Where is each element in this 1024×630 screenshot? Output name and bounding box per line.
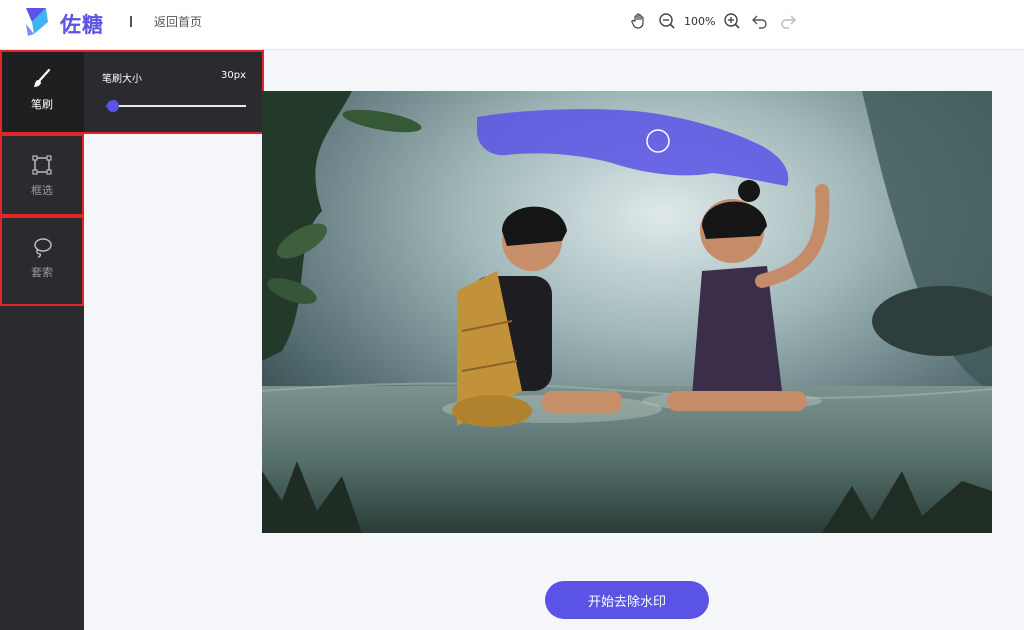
- brush-size-panel: 笔刷大小 30px: [84, 50, 264, 134]
- brand-name: 佐糖: [60, 13, 104, 37]
- back-home-link[interactable]: 返回首页: [154, 13, 202, 30]
- hand-icon[interactable]: [628, 10, 650, 32]
- tool-lasso[interactable]: 套索: [0, 216, 84, 306]
- tool-sidebar: 笔刷 框选 套索: [0, 50, 84, 630]
- photo-illustration: [262, 91, 992, 533]
- zoom-level: 100%: [684, 14, 716, 28]
- tool-rect-select[interactable]: 框选: [0, 134, 84, 216]
- zoom-toolbar: 100%: [628, 10, 805, 32]
- zoom-in-icon[interactable]: [721, 10, 743, 32]
- zoom-out-icon[interactable]: [656, 10, 678, 32]
- tool-lasso-label: 套索: [31, 266, 53, 279]
- tool-rect-label: 框选: [31, 184, 53, 197]
- undo-icon[interactable]: [749, 10, 771, 32]
- header-divider: [130, 16, 132, 27]
- redo-icon[interactable]: [777, 10, 799, 32]
- brush-size-slider-thumb[interactable]: [107, 100, 119, 112]
- logo-icon: [26, 8, 48, 36]
- image-canvas[interactable]: [262, 91, 992, 533]
- brush-icon: [34, 68, 51, 87]
- top-header: 佐糖 返回首页 100%: [0, 0, 1024, 50]
- rect-select-icon: [32, 155, 52, 175]
- brush-size-slider[interactable]: [106, 100, 246, 112]
- brush-size-label: 笔刷大小: [102, 74, 142, 85]
- tool-brush-label: 笔刷: [31, 98, 53, 111]
- lasso-icon: [34, 238, 52, 258]
- tool-brush[interactable]: 笔刷: [0, 50, 84, 133]
- start-remove-watermark-button[interactable]: 开始去除水印: [545, 581, 709, 619]
- brush-size-value: 30px: [221, 70, 246, 81]
